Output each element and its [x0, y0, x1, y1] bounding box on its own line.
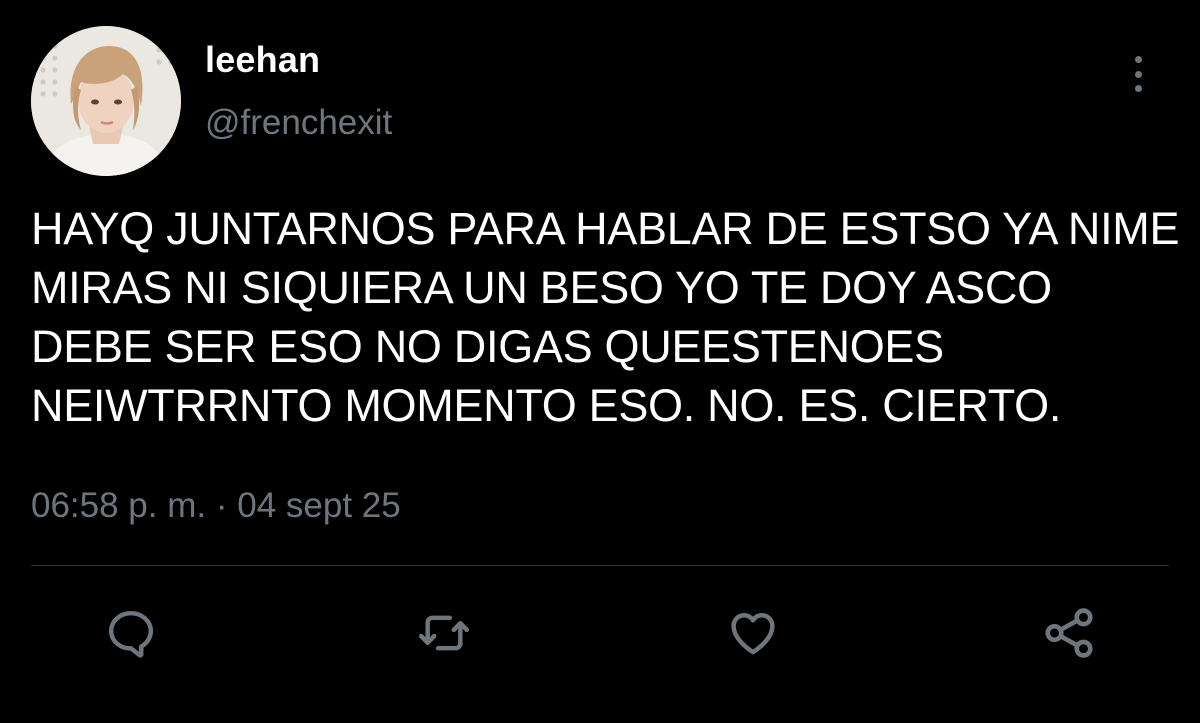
tweet-date: 04 sept 25	[237, 486, 401, 525]
avatar-image	[31, 26, 181, 176]
tweet-time: 06:58 p. m.	[31, 486, 207, 525]
tweet-text: HAYQ JUNTARNOS PARA HABLAR DE ESTSO YA N…	[31, 203, 1180, 431]
tweet-card: leehan @frenchexit HAYQ JUNTARNOS PARA H…	[0, 0, 1200, 723]
display-name[interactable]: leehan	[205, 39, 320, 81]
reply-icon	[108, 610, 154, 658]
like-button[interactable]	[723, 603, 783, 663]
avatar[interactable]	[31, 26, 181, 176]
reply-button[interactable]	[101, 603, 161, 663]
retweet-button[interactable]	[414, 603, 474, 663]
retweet-icon	[418, 615, 470, 651]
more-dot	[1134, 85, 1142, 92]
tweet-timestamp[interactable]: 06:58 p. m. · 04 sept 25	[31, 486, 401, 526]
more-options-button[interactable]	[1118, 50, 1158, 98]
like-icon	[731, 613, 775, 655]
share-icon	[1045, 608, 1093, 658]
divider	[31, 565, 1169, 566]
more-dot	[1134, 70, 1142, 78]
share-button[interactable]	[1039, 603, 1099, 663]
meta-separator: ·	[215, 486, 228, 525]
user-handle[interactable]: @frenchexit	[205, 103, 392, 143]
more-vertical-icon	[1134, 56, 1142, 63]
